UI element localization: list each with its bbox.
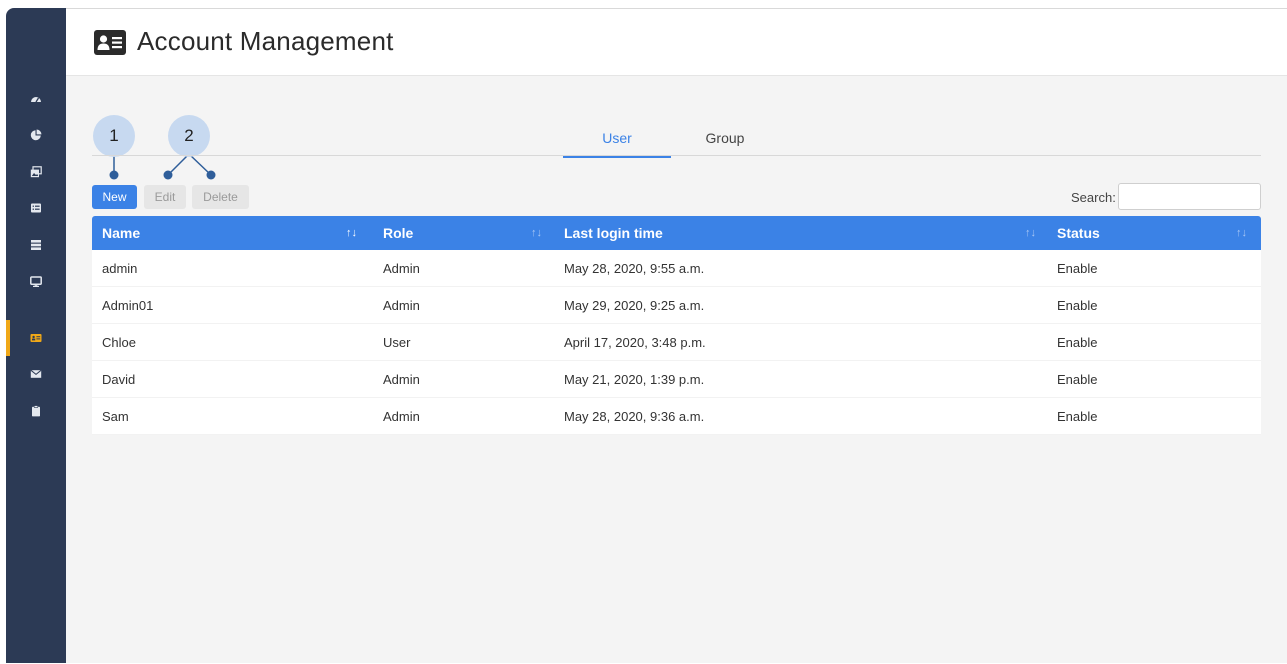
- column-header-role[interactable]: Role: [383, 216, 413, 250]
- server-icon[interactable]: [27, 236, 45, 254]
- table-row[interactable]: David Admin May 21, 2020, 1:39 p.m. Enab…: [92, 361, 1261, 398]
- sort-name-icon[interactable]: ↑↓: [346, 216, 357, 250]
- active-indicator: [6, 320, 10, 356]
- cell-role: Admin: [383, 409, 420, 424]
- cell-last-login: April 17, 2020, 3:48 p.m.: [564, 335, 706, 350]
- cell-last-login: May 28, 2020, 9:55 a.m.: [564, 261, 705, 276]
- cell-role: User: [383, 335, 411, 350]
- cell-status: Enable: [1057, 298, 1098, 313]
- callout-1: 1: [93, 115, 135, 157]
- accounts-table: Name ↑↓ Role ↑↓ Last login time ↑↓ Statu…: [92, 216, 1261, 435]
- images-icon[interactable]: [27, 163, 45, 181]
- cell-name: Chloe: [102, 335, 136, 350]
- new-button[interactable]: New: [92, 185, 137, 209]
- cell-role: Admin: [383, 372, 420, 387]
- cell-last-login: May 29, 2020, 9:25 a.m.: [564, 298, 705, 313]
- table-row[interactable]: Admin01 Admin May 29, 2020, 9:25 a.m. En…: [92, 287, 1261, 324]
- main-content: Account Management 1 2 User Group New Ed…: [66, 8, 1287, 663]
- column-header-last-login[interactable]: Last login time: [564, 216, 663, 250]
- cell-role: Admin: [383, 298, 420, 313]
- callout-2: 2: [168, 115, 210, 157]
- app-window: Account Management 1 2 User Group New Ed…: [0, 0, 1287, 663]
- pie-chart-icon[interactable]: [27, 126, 45, 144]
- dashboard-icon[interactable]: [27, 90, 45, 108]
- search-label: Search:: [1071, 190, 1116, 205]
- tab-group[interactable]: Group: [671, 130, 779, 146]
- cell-name: Sam: [102, 409, 129, 424]
- cell-status: Enable: [1057, 372, 1098, 387]
- cell-name: admin: [102, 261, 138, 276]
- sort-last-login-icon[interactable]: ↑↓: [1025, 216, 1036, 250]
- cell-status: Enable: [1057, 335, 1098, 350]
- list-icon[interactable]: [27, 199, 45, 217]
- cell-role: Admin: [383, 261, 420, 276]
- sort-role-icon[interactable]: ↑↓: [531, 216, 542, 250]
- clipboard-icon[interactable]: [27, 402, 45, 420]
- column-header-name[interactable]: Name: [102, 216, 140, 250]
- search-input[interactable]: [1118, 183, 1261, 210]
- table-row[interactable]: Sam Admin May 28, 2020, 9:36 a.m. Enable: [92, 398, 1261, 435]
- sort-status-icon[interactable]: ↑↓: [1236, 216, 1247, 250]
- cell-name: Admin01: [102, 298, 154, 313]
- table-row[interactable]: admin Admin May 28, 2020, 9:55 a.m. Enab…: [92, 250, 1261, 287]
- tab-divider: [92, 155, 1261, 156]
- cell-last-login: May 21, 2020, 1:39 p.m.: [564, 372, 705, 387]
- monitor-icon[interactable]: [27, 273, 45, 291]
- envelope-icon[interactable]: [27, 365, 45, 383]
- sidebar: [6, 8, 66, 663]
- column-header-status[interactable]: Status: [1057, 216, 1100, 250]
- callout-2-label: 2: [184, 126, 194, 145]
- cell-status: Enable: [1057, 261, 1098, 276]
- edit-button[interactable]: Edit: [144, 185, 186, 209]
- tab-user[interactable]: User: [563, 130, 671, 158]
- page-header: Account Management: [66, 9, 1287, 76]
- table-header: Name ↑↓ Role ↑↓ Last login time ↑↓ Statu…: [92, 216, 1261, 250]
- cell-name: David: [102, 372, 136, 387]
- id-card-icon: [94, 30, 126, 55]
- tab-user-label: User: [602, 130, 632, 146]
- id-card-icon[interactable]: [27, 329, 45, 347]
- cell-status: Enable: [1057, 409, 1098, 424]
- delete-button[interactable]: Delete: [192, 185, 249, 209]
- tab-group-label: Group: [705, 130, 745, 146]
- callout-1-label: 1: [109, 126, 119, 145]
- table-row[interactable]: Chloe User April 17, 2020, 3:48 p.m. Ena…: [92, 324, 1261, 361]
- cell-last-login: May 28, 2020, 9:36 a.m.: [564, 409, 705, 424]
- page-title: Account Management: [137, 26, 394, 56]
